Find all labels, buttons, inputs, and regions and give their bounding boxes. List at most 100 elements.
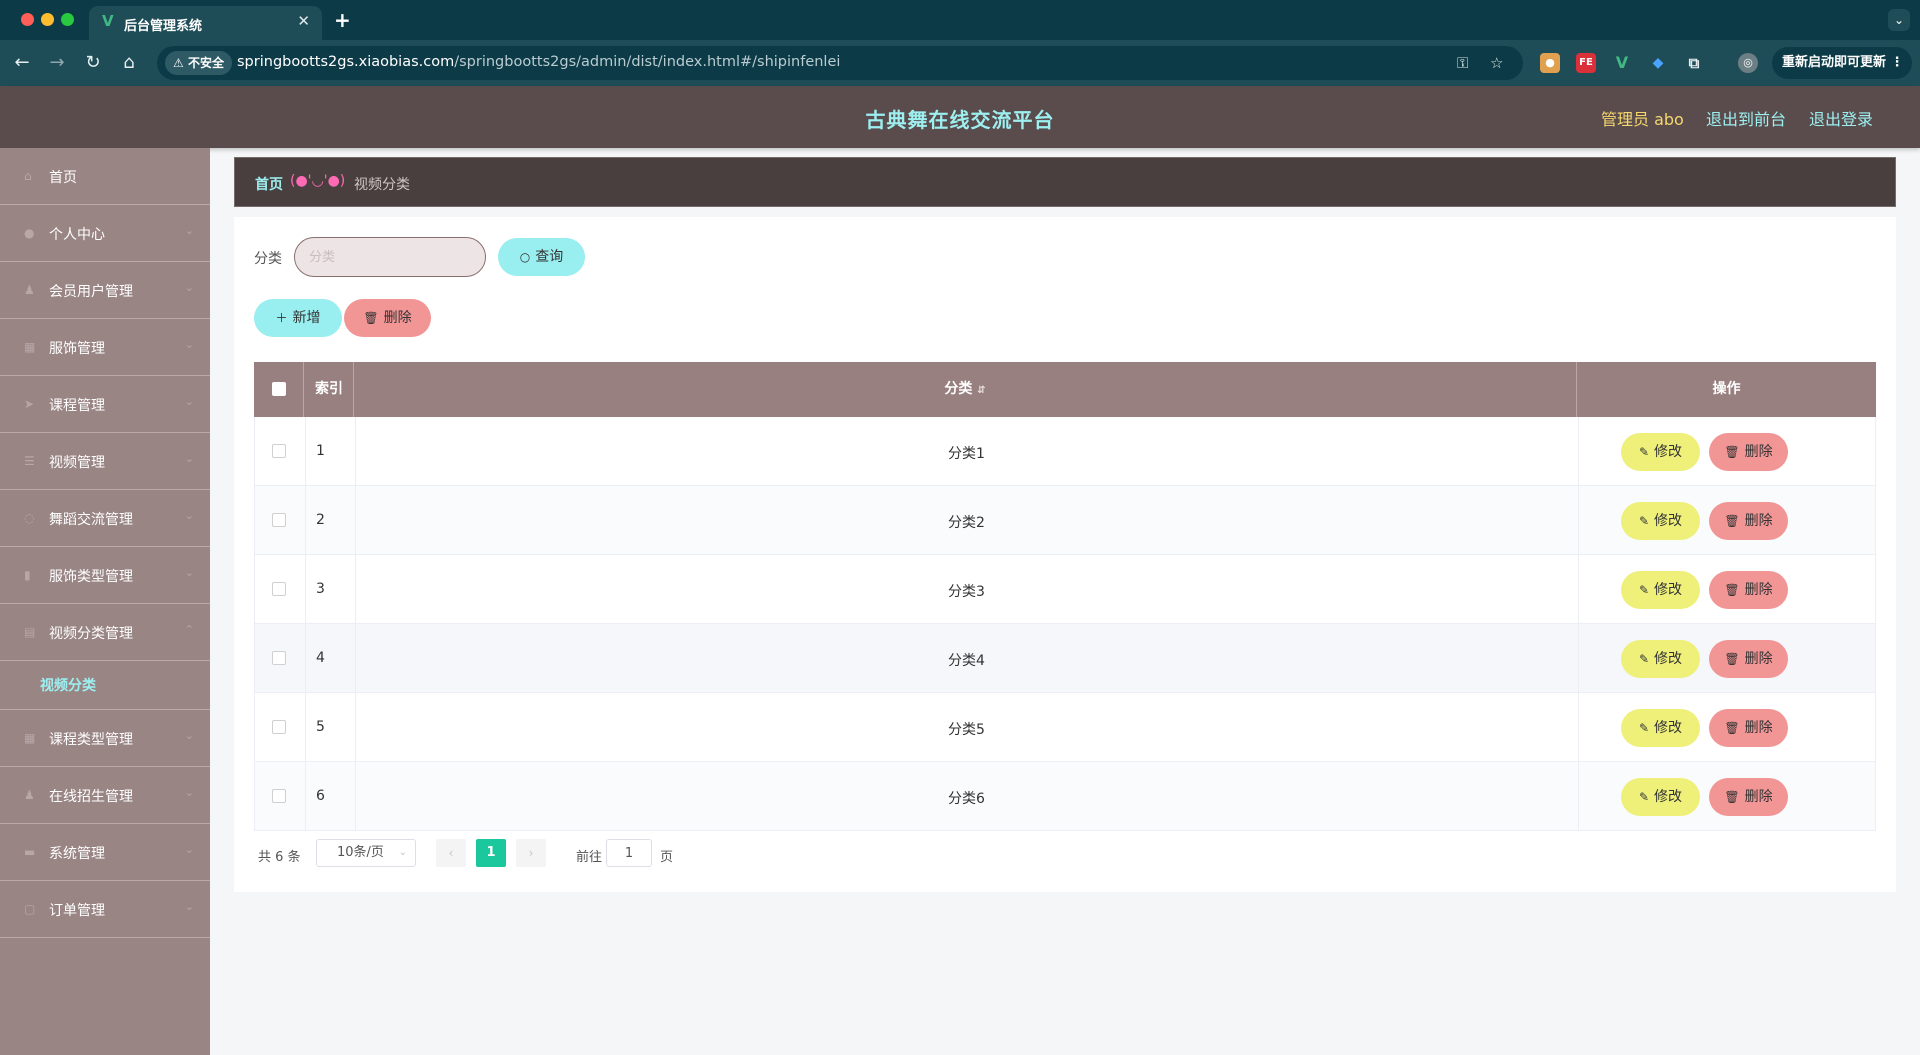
back-to-front-link[interactable]: 退出到前台: [1706, 106, 1786, 130]
edit-button[interactable]: ✎ 修改: [1621, 502, 1700, 540]
row-checkbox[interactable]: [272, 789, 286, 803]
sidebar-subitem-video-category[interactable]: 视频分类: [0, 661, 210, 710]
header-operation: 操作: [1712, 381, 1741, 397]
sidebar-item-label: 在线招生管理: [49, 789, 133, 805]
prev-page-button[interactable]: ‹: [436, 839, 466, 867]
gem-extension-icon[interactable]: ◆: [1648, 53, 1668, 73]
admin-user-label[interactable]: 管理员 abo: [1601, 106, 1684, 130]
security-badge[interactable]: ⚠ 不安全: [165, 51, 232, 75]
delete-button[interactable]: 🗑 删除: [1709, 433, 1788, 471]
browser-tab[interactable]: V 后台管理系统 ✕: [89, 6, 322, 40]
sidebar-item-label: 订单管理: [49, 903, 105, 919]
row-checkbox[interactable]: [272, 513, 286, 527]
sidebar-item-video-category[interactable]: ▤ 视频分类管理 ⌃: [0, 604, 210, 661]
trash-icon: 🗑: [1724, 790, 1740, 804]
add-button[interactable]: ＋新增: [254, 299, 342, 337]
column-divider: [305, 693, 306, 762]
row-checkbox[interactable]: [272, 444, 286, 458]
app-header: 古典舞在线交流平台 管理员 abo 退出到前台 退出登录: [0, 86, 1920, 148]
puzzle-extension-icon[interactable]: ⧉: [1684, 53, 1704, 73]
next-page-button[interactable]: ›: [516, 839, 546, 867]
header-checkbox-cell: [254, 362, 304, 417]
edit-icon: ✎: [1638, 652, 1650, 666]
sidebar-item-video[interactable]: ☰ 视频管理 ⌄: [0, 433, 210, 490]
sidebar-item-profile[interactable]: ● 个人中心 ⌄: [0, 205, 210, 262]
row-index: 4: [316, 650, 325, 666]
sidebar-item-orders[interactable]: ▢ 订单管理 ⌄: [0, 881, 210, 938]
home-icon: ⌂: [24, 169, 32, 183]
logout-link[interactable]: 退出登录: [1809, 106, 1873, 130]
monitor-icon: ▬: [24, 845, 36, 859]
select-all-checkbox[interactable]: [272, 382, 286, 396]
breadcrumb-separator: (●'◡'●): [290, 173, 346, 189]
page-size-select[interactable]: 10条/页 ⌄: [316, 839, 416, 867]
row-index: 5: [316, 719, 325, 735]
clothing-icon: ▦: [24, 340, 36, 354]
batch-delete-button[interactable]: 🗑 删除: [344, 299, 431, 337]
cookie-extension-icon[interactable]: ●: [1540, 53, 1560, 73]
category-search-input[interactable]: [294, 237, 486, 277]
sidebar-item-course-type[interactable]: ▦ 课程类型管理 ⌄: [0, 710, 210, 767]
sidebar-item-course[interactable]: ➤ 课程管理 ⌄: [0, 376, 210, 433]
profile-avatar-icon[interactable]: ◎: [1738, 53, 1758, 73]
delete-button[interactable]: 🗑 删除: [1709, 640, 1788, 678]
sidebar-item-members[interactable]: ♟ 会员用户管理 ⌄: [0, 262, 210, 319]
browser-titlebar: V 后台管理系统 ✕ + ⌄: [0, 0, 1920, 40]
row-category: 分类4: [948, 653, 985, 669]
users-icon: ♟: [24, 283, 35, 297]
sidebar-item-enrollment[interactable]: ♟ 在线招生管理 ⌄: [0, 767, 210, 824]
maximize-window-button[interactable]: [61, 13, 74, 26]
sort-caret-icon[interactable]: ⇵: [977, 385, 985, 396]
home-icon[interactable]: ⌂: [117, 51, 141, 75]
edit-button[interactable]: ✎ 修改: [1621, 571, 1700, 609]
edit-button[interactable]: ✎ 修改: [1621, 433, 1700, 471]
vue-devtools-icon[interactable]: V: [1612, 53, 1632, 73]
column-divider: [305, 762, 306, 831]
edit-icon: ✎: [1638, 721, 1650, 735]
tab-close-icon[interactable]: ✕: [297, 12, 310, 30]
chevron-down-icon: ⌄: [184, 281, 194, 294]
edit-button[interactable]: ✎ 修改: [1621, 640, 1700, 678]
minimize-window-button[interactable]: [41, 13, 54, 26]
sidebar-item-clothing[interactable]: ▦ 服饰管理 ⌄: [0, 319, 210, 376]
close-window-button[interactable]: [21, 13, 34, 26]
back-arrow-icon[interactable]: ←: [10, 51, 34, 75]
update-button[interactable]: 重新启动即可更新 ⋮: [1772, 47, 1912, 79]
bookmark-star-icon[interactable]: ☆: [1490, 54, 1503, 72]
reload-icon[interactable]: ↻: [81, 51, 105, 75]
delete-button[interactable]: 🗑 删除: [1709, 502, 1788, 540]
sidebar-item-clothing-type[interactable]: ▮ 服饰类型管理 ⌄: [0, 547, 210, 604]
sidebar-item-dance-exchange[interactable]: ◌ 舞蹈交流管理 ⌄: [0, 490, 210, 547]
new-tab-button[interactable]: +: [334, 8, 351, 32]
url-text[interactable]: springbootts2gs.xiaobias.com/springboott…: [237, 54, 840, 70]
goto-page-input[interactable]: [606, 839, 652, 867]
fe-extension-icon[interactable]: FE: [1576, 53, 1596, 73]
delete-button[interactable]: 🗑 删除: [1709, 778, 1788, 816]
browser-toolbar: ← → ↻ ⌂ ⚠ 不安全 springbootts2gs.xiaobias.c…: [0, 40, 1920, 86]
password-key-icon[interactable]: ⚿: [1457, 54, 1468, 72]
chevron-down-icon: ⌄: [184, 843, 194, 856]
query-button[interactable]: ○ 查询: [498, 238, 585, 276]
address-bar[interactable]: ⚠ 不安全 springbootts2gs.xiaobias.com/sprin…: [157, 46, 1523, 80]
row-checkbox[interactable]: [272, 582, 286, 596]
delete-button[interactable]: 🗑 删除: [1709, 571, 1788, 609]
sidebar-item-label: 服饰类型管理: [49, 569, 133, 585]
edit-button[interactable]: ✎ 修改: [1621, 709, 1700, 747]
delete-button[interactable]: 🗑 删除: [1709, 709, 1788, 747]
breadcrumb-home-link[interactable]: 首页: [255, 174, 283, 194]
page-number-current[interactable]: 1: [476, 839, 506, 867]
plus-icon: ＋: [275, 311, 288, 325]
row-index: 6: [316, 788, 325, 804]
send-icon: ➤: [24, 397, 35, 411]
header-index: 索引: [304, 362, 354, 417]
sidebar-item-system[interactable]: ▬ 系统管理 ⌄: [0, 824, 210, 881]
sidebar-item-home[interactable]: ⌂ 首页: [0, 148, 210, 205]
header-category[interactable]: 分类 ⇵: [354, 362, 1577, 417]
row-checkbox[interactable]: [272, 651, 286, 665]
goto-label: 前往: [576, 850, 603, 865]
forward-arrow-icon[interactable]: →: [45, 51, 69, 75]
total-count: 共 6 条: [258, 850, 301, 865]
row-checkbox[interactable]: [272, 720, 286, 734]
tab-search-button[interactable]: ⌄: [1888, 9, 1910, 31]
edit-button[interactable]: ✎ 修改: [1621, 778, 1700, 816]
